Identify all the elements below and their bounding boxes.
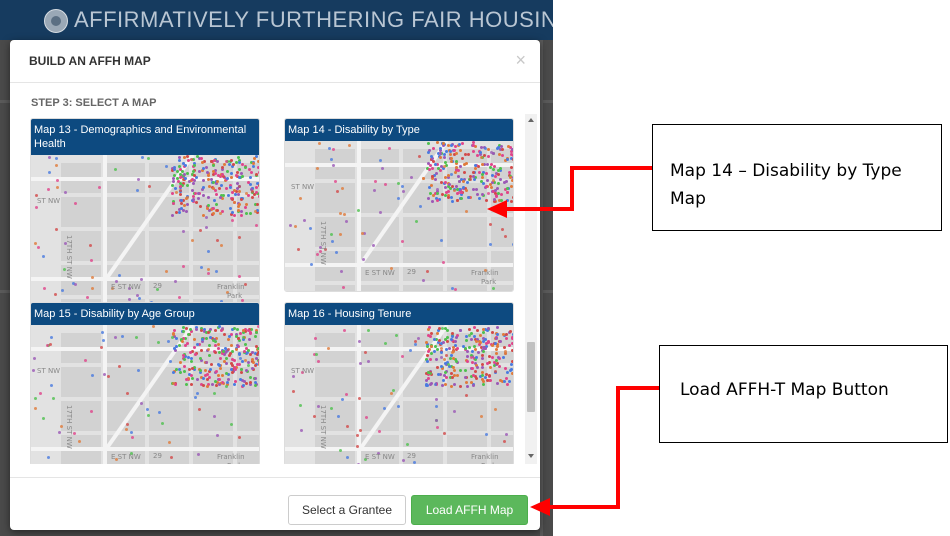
arrow-head-map-14 (487, 200, 507, 218)
arrow-head-load-button (530, 498, 550, 516)
arrow-to-load-button (548, 386, 659, 509)
arrow-to-map-14 (505, 166, 652, 211)
annotation-arrows (487, 166, 659, 516)
